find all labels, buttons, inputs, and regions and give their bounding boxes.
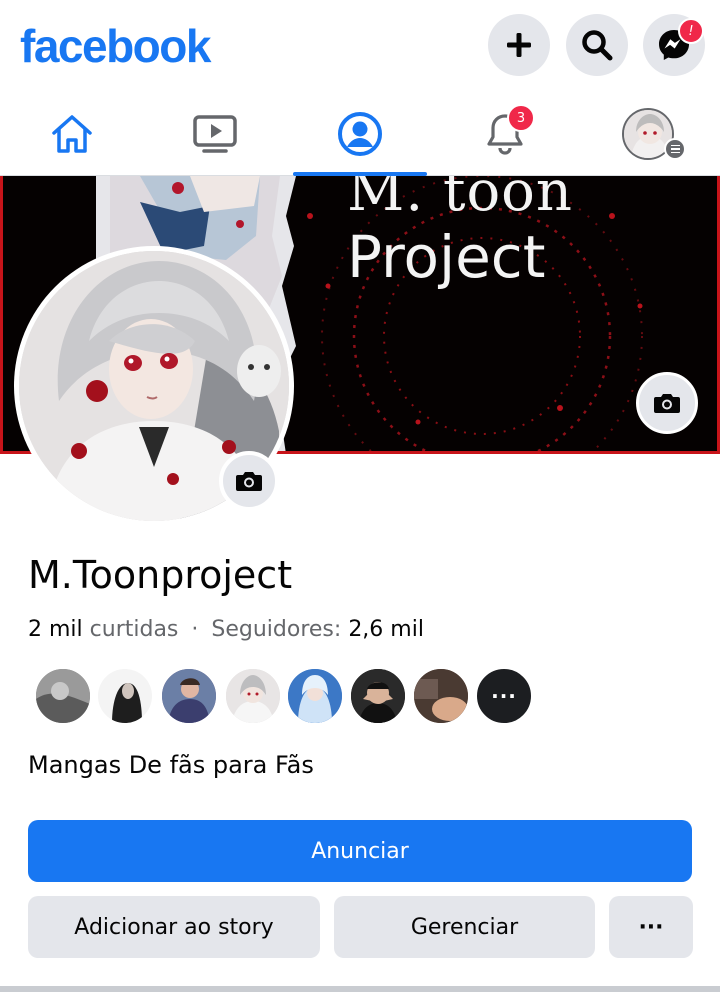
follower-avatar[interactable] [224, 667, 282, 725]
camera-icon [236, 472, 262, 491]
more-followers-button[interactable]: ··· [475, 667, 533, 725]
tab-profile[interactable] [294, 92, 426, 176]
followers-count[interactable]: 2,6 mil [348, 617, 424, 642]
notifications-badge: 3 [507, 104, 535, 132]
manage-button[interactable]: Gerenciar [334, 896, 595, 958]
follower-avatar[interactable] [96, 667, 154, 725]
followers-label[interactable]: Seguidores: [211, 617, 341, 642]
follower-avatar[interactable] [160, 667, 218, 725]
main-tabs: 3 [0, 92, 720, 176]
cover-title-line2: Project [347, 223, 546, 291]
more-dots-icon: ··· [491, 684, 517, 708]
page-name: M.Toonproject [28, 553, 293, 597]
tab-menu[interactable] [582, 92, 714, 176]
menu-lines-icon [664, 138, 686, 160]
messenger-badge: ! [678, 18, 704, 44]
search-button[interactable] [566, 14, 628, 76]
profile-icon [338, 112, 382, 156]
camera-icon [654, 394, 680, 413]
likes-label[interactable]: curtidas [90, 617, 179, 642]
page-bio: Mangas De fãs para Fãs [28, 751, 314, 779]
plus-icon [507, 33, 531, 57]
tab-watch[interactable] [149, 92, 281, 176]
edit-cover-button[interactable] [636, 372, 698, 434]
page-stats: 2 mil curtidas · Seguidores: 2,6 mil [28, 614, 424, 646]
follower-avatar[interactable] [286, 667, 344, 725]
likes-count[interactable]: 2 mil [28, 617, 83, 642]
add-to-story-button[interactable]: Adicionar ao story [28, 896, 320, 958]
facebook-logo[interactable]: facebook [20, 18, 211, 74]
edit-profile-picture-button[interactable] [219, 451, 279, 511]
follower-avatar[interactable] [349, 667, 407, 725]
tab-notifications[interactable]: 3 [439, 92, 571, 176]
tab-home[interactable] [6, 92, 138, 176]
follower-avatar[interactable] [34, 667, 92, 725]
advertise-button[interactable]: Anunciar [28, 820, 692, 882]
section-divider [0, 986, 720, 992]
more-options-button[interactable]: ··· [609, 896, 693, 958]
home-icon [52, 115, 92, 153]
cover-title-line1: M. toon [347, 176, 573, 224]
video-icon [193, 115, 237, 153]
follower-avatar[interactable] [412, 667, 470, 725]
messenger-button[interactable]: ! [643, 14, 705, 76]
create-button[interactable] [488, 14, 550, 76]
search-icon [582, 30, 613, 61]
top-bar: facebook ! [0, 0, 720, 92]
stats-separator: · [191, 617, 199, 642]
